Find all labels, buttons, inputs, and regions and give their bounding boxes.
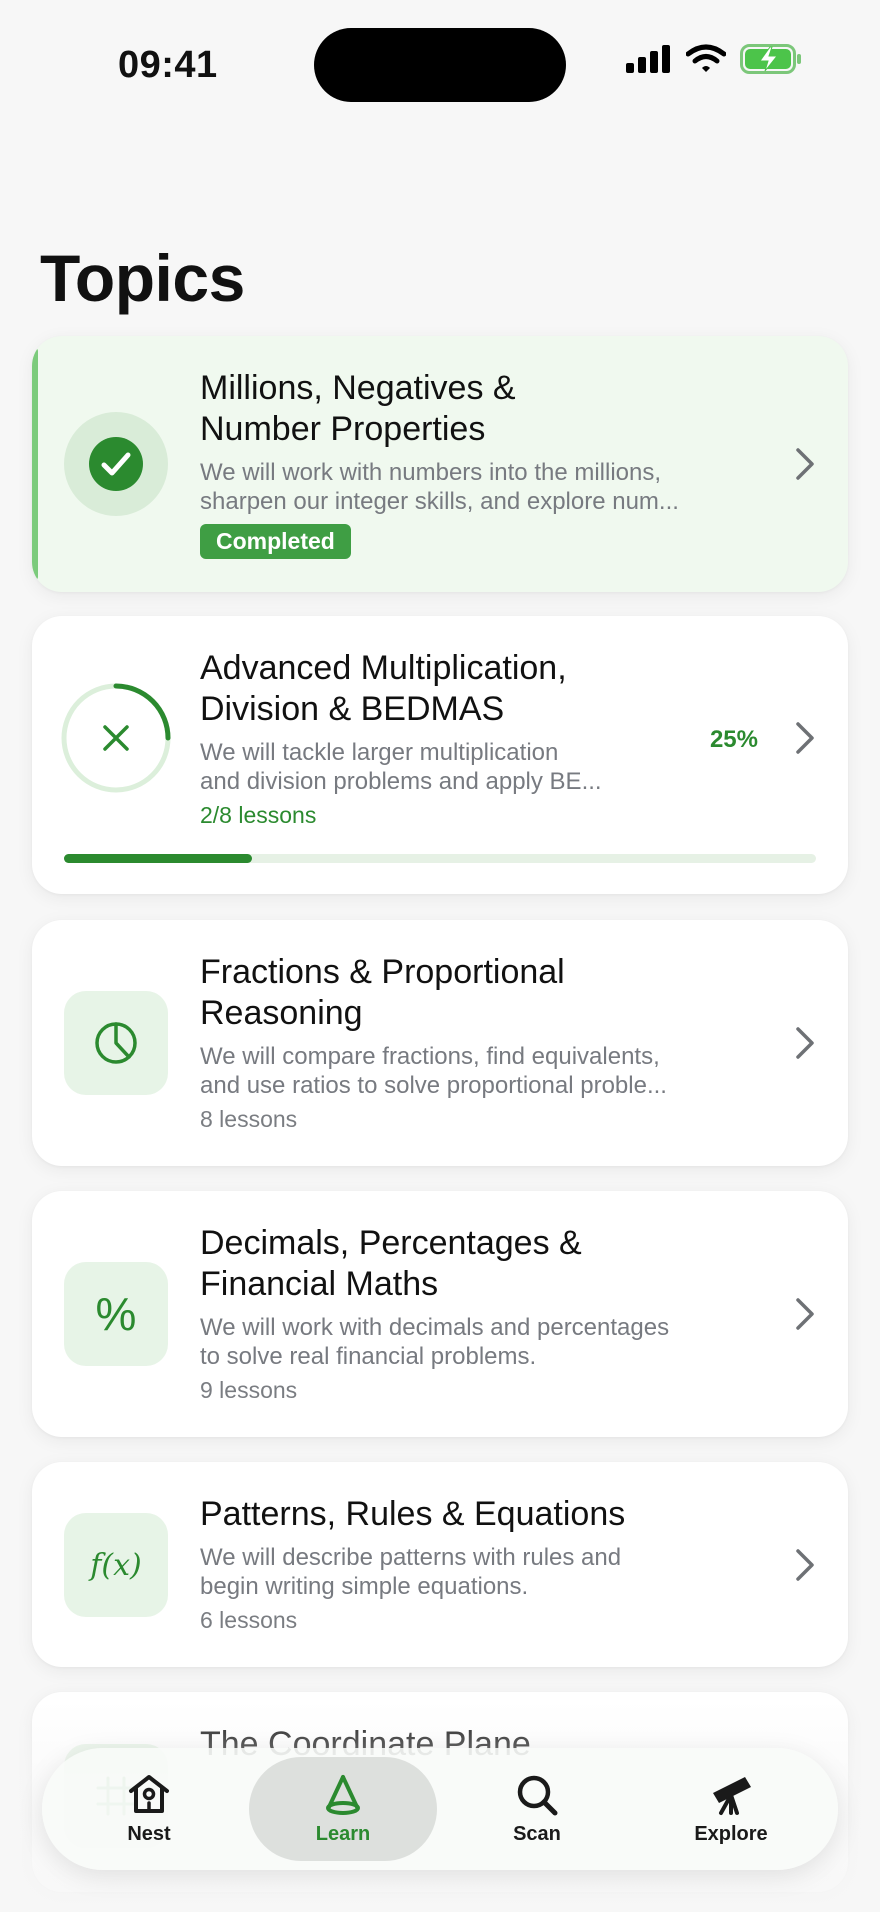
topic-description-line: We will describe patterns with rules and — [200, 1544, 622, 1571]
topic-title-line: Decimals, Percentages & — [200, 1224, 582, 1262]
status-time: 09:41 — [118, 44, 218, 86]
pie-chart-icon — [95, 1022, 137, 1064]
topic-description-line: We will tackle larger multiplication — [200, 739, 559, 766]
topic-card-body: Fractions & Proportional Reasoning We wi… — [200, 952, 720, 1133]
birdhouse-icon — [129, 1774, 169, 1813]
dynamic-island — [314, 28, 566, 102]
topic-card-multiplication[interactable]: Advanced Multiplication, Division & BEDM… — [32, 616, 848, 894]
completed-accent-bar — [32, 348, 38, 580]
chevron-right-icon — [796, 448, 814, 480]
topic-icon-container — [64, 991, 168, 1095]
topic-card-decimals[interactable]: % Decimals, Percentages & Financial Math… — [32, 1191, 848, 1437]
checkmark-icon — [89, 437, 143, 491]
chevron-right-icon — [796, 1027, 814, 1059]
cone-icon — [326, 1774, 360, 1815]
tab-label: Scan — [513, 1822, 561, 1845]
tab-nest[interactable]: Nest — [55, 1757, 243, 1861]
topic-card-body: Millions, Negatives & Number Properties … — [200, 368, 720, 559]
tab-label: Nest — [127, 1822, 171, 1845]
topic-description-line: sharpen our integer skills, and explore … — [200, 488, 679, 515]
tab-label: Learn — [315, 1822, 371, 1845]
progress-bar-track — [64, 854, 816, 863]
topic-title-line: Fractions & Proportional — [200, 953, 565, 991]
topic-title: Fractions & Proportional Reasoning — [200, 952, 720, 1034]
function-icon: f(x) — [90, 1547, 142, 1583]
topic-card-fractions[interactable]: Fractions & Proportional Reasoning We wi… — [32, 920, 848, 1166]
topic-description-line: to solve real financial problems. — [200, 1343, 537, 1370]
topic-title: Decimals, Percentages & Financial Maths — [200, 1223, 720, 1305]
lesson-count: 8 lessons — [200, 1106, 298, 1132]
tab-bar: Nest Learn Scan Explore — [42, 1748, 838, 1870]
topic-icon-container: f(x) — [64, 1513, 168, 1617]
topic-title: Patterns, Rules & Equations — [200, 1495, 626, 1533]
multiply-icon — [103, 725, 129, 751]
topic-title-line: Reasoning — [200, 994, 363, 1032]
topic-icon-container — [64, 412, 168, 516]
progress-ring — [60, 682, 172, 794]
lesson-count: 6 lessons — [200, 1607, 298, 1633]
search-icon — [517, 1775, 558, 1815]
topic-description-line: We will compare fractions, find equivale… — [200, 1043, 660, 1070]
chevron-right-icon — [796, 1298, 814, 1330]
tab-scan[interactable]: Scan — [443, 1757, 631, 1861]
topic-description-line: We will work with decimals and percentag… — [200, 1314, 670, 1341]
status-bar: 09:41 — [0, 0, 880, 130]
topic-card-body: Decimals, Percentages & Financial Maths … — [200, 1223, 720, 1404]
topic-card-body: Patterns, Rules & Equations We will desc… — [200, 1494, 720, 1634]
lesson-progress-count: 2/8 lessons — [200, 802, 317, 828]
chevron-right-icon — [796, 1549, 814, 1581]
topic-title-line: Advanced Multiplication, — [200, 649, 567, 687]
lesson-count: 9 lessons — [200, 1377, 298, 1403]
status-icons — [626, 44, 802, 74]
topic-title-line: Number Properties — [200, 410, 486, 448]
topic-description: We will work with decimals and percentag… — [200, 1313, 720, 1371]
topic-description: We will compare fractions, find equivale… — [200, 1042, 720, 1100]
topic-title: Advanced Multiplication, Division & BEDM… — [200, 648, 720, 730]
tab-explore[interactable]: Explore — [637, 1757, 825, 1861]
wifi-icon — [686, 44, 726, 72]
tab-label: Explore — [694, 1822, 768, 1845]
topic-description-line: and division problems and apply BE... — [200, 768, 602, 795]
topic-card-millions[interactable]: Millions, Negatives & Number Properties … — [32, 336, 848, 592]
topic-card-body: Advanced Multiplication, Division & BEDM… — [200, 648, 720, 829]
topic-description: We will tackle larger multiplication and… — [200, 738, 720, 796]
page-title: Topics — [40, 241, 245, 315]
topic-description: We will work with numbers into the milli… — [200, 458, 720, 516]
completed-badge: Completed — [200, 524, 351, 559]
topic-title-line: Financial Maths — [200, 1265, 439, 1303]
topic-description: We will describe patterns with rules and… — [200, 1543, 720, 1601]
topic-description-line: We will work with numbers into the milli… — [200, 459, 662, 486]
cellular-signal-icon — [626, 45, 670, 73]
topic-title: Millions, Negatives & Number Properties — [200, 368, 720, 450]
topic-card-patterns[interactable]: f(x) Patterns, Rules & Equations We will… — [32, 1462, 848, 1667]
progress-bar-fill — [64, 854, 252, 863]
percent-icon: % — [95, 1288, 137, 1340]
topic-icon-container: % — [64, 1262, 168, 1366]
topic-description-line: begin writing simple equations. — [200, 1573, 529, 1600]
tab-learn[interactable]: Learn — [249, 1757, 437, 1861]
topic-title-line: Millions, Negatives & — [200, 369, 516, 407]
topic-title-line: Division & BEDMAS — [200, 690, 505, 728]
progress-percent: 25% — [709, 726, 758, 753]
battery-charging-icon — [740, 44, 801, 74]
chevron-right-icon — [796, 722, 814, 754]
topic-description-line: and use ratios to solve proportional pro… — [200, 1072, 667, 1099]
telescope-icon — [713, 1776, 751, 1815]
